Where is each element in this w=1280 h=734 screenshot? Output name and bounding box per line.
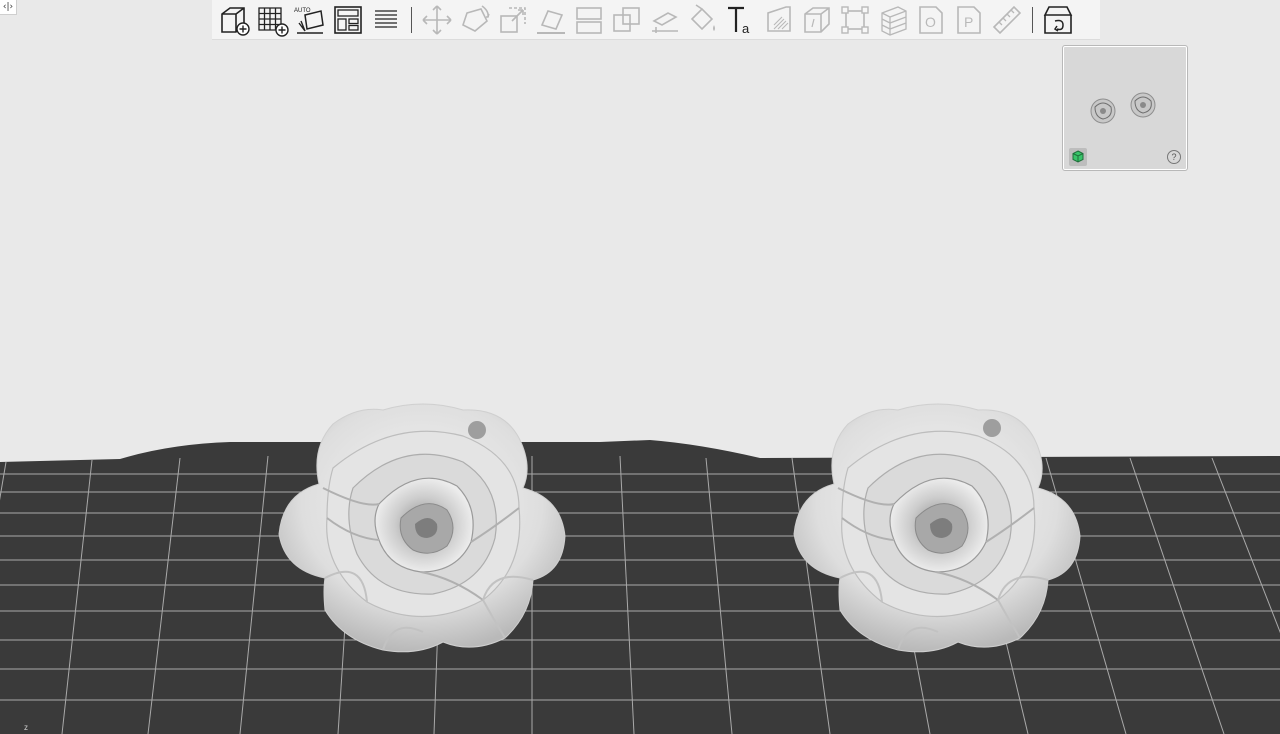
print-pages-button[interactable]: P xyxy=(950,2,988,38)
measure-height-button[interactable] xyxy=(646,2,684,38)
scale-button[interactable] xyxy=(494,2,532,38)
hollow-icon xyxy=(804,6,830,33)
return-box-icon xyxy=(1043,5,1073,34)
ruler-button[interactable] xyxy=(988,2,1026,38)
svg-text:P: P xyxy=(964,14,973,30)
move-button[interactable] xyxy=(418,2,456,38)
cut-button[interactable] xyxy=(570,2,608,38)
green-cube-icon[interactable] xyxy=(1069,148,1087,166)
rotate-button[interactable] xyxy=(456,2,494,38)
boolean-button[interactable] xyxy=(608,2,646,38)
rotate-icon xyxy=(462,4,490,32)
add-model-button[interactable] xyxy=(215,2,253,38)
ruler-icon xyxy=(992,5,1022,34)
toolbar-separator xyxy=(1032,6,1033,33)
axis-indicator: z xyxy=(24,723,28,732)
text-button[interactable]: a xyxy=(722,2,760,38)
slice-layers-icon xyxy=(881,5,907,36)
layout-icon xyxy=(334,5,362,34)
layers-button[interactable] xyxy=(367,2,405,38)
outer-wall-button[interactable]: O xyxy=(912,2,950,38)
view-navigator[interactable]: ? xyxy=(1062,45,1188,171)
lay-flat-button[interactable] xyxy=(532,2,570,38)
bounding-box-icon xyxy=(841,5,869,34)
panel-collapse-toggle[interactable]: ‹|› xyxy=(0,0,17,15)
text-icon: a xyxy=(728,6,750,36)
bounding-box-button[interactable] xyxy=(836,2,874,38)
help-icon[interactable]: ? xyxy=(1167,150,1181,164)
measure-height-icon xyxy=(652,11,678,33)
support-paint-icon xyxy=(767,5,791,32)
boolean-icon xyxy=(613,6,640,32)
grid-plus-icon xyxy=(258,6,289,37)
scale-icon xyxy=(500,6,526,33)
svg-text:a: a xyxy=(742,21,750,36)
outer-wall-icon: O xyxy=(919,5,943,34)
auto-orient-button[interactable]: AUTO xyxy=(291,2,329,38)
paint-bucket-icon xyxy=(690,3,715,31)
main-toolbar: AUTO a O P xyxy=(212,0,1100,40)
layers-icon xyxy=(375,9,397,28)
app-window: ‹|› AUTO a O P ? z xyxy=(0,0,1280,734)
lay-flat-icon xyxy=(537,9,565,34)
slice-layers-button[interactable] xyxy=(874,2,912,38)
build-plate xyxy=(0,440,1280,734)
auto-orient-icon: AUTO xyxy=(294,8,324,34)
svg-text:O: O xyxy=(925,14,936,30)
cube-plus-icon xyxy=(221,6,250,36)
hollow-button[interactable] xyxy=(798,2,836,38)
move-icon xyxy=(422,4,452,35)
paint-bucket-button[interactable] xyxy=(684,2,722,38)
svg-text:AUTO: AUTO xyxy=(294,8,311,14)
support-paint-button[interactable] xyxy=(760,2,798,38)
print-pages-icon: P xyxy=(957,5,981,34)
return-to-box-button[interactable] xyxy=(1039,2,1077,38)
toolbar-separator xyxy=(411,6,412,33)
cut-icon xyxy=(576,6,602,34)
layout-button[interactable] xyxy=(329,2,367,38)
add-grid-template-button[interactable] xyxy=(253,2,291,38)
